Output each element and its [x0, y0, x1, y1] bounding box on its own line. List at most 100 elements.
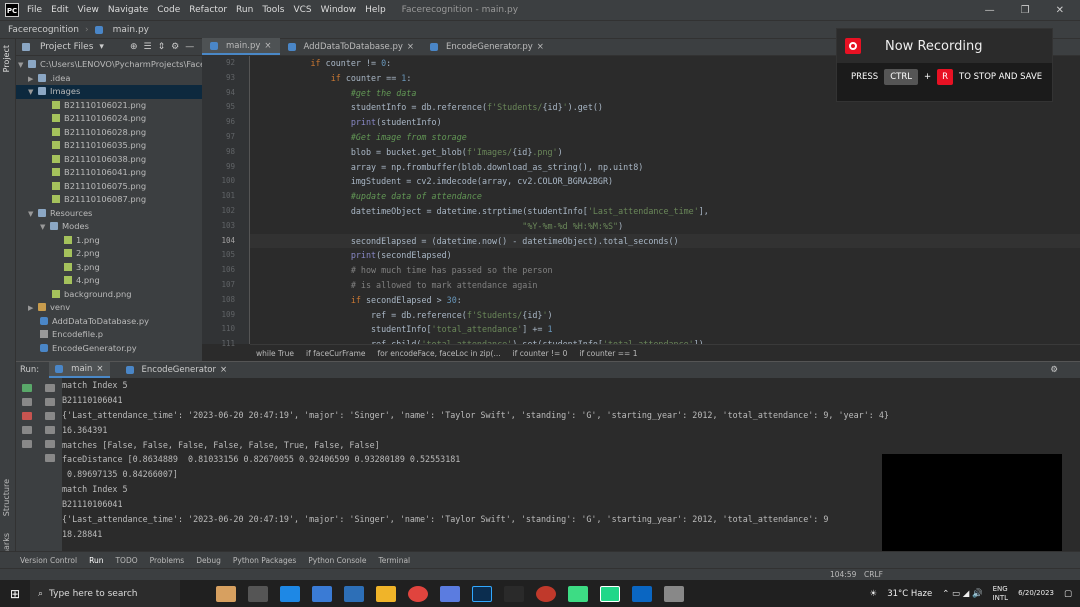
breadcrumb-item[interactable]: for encodeFace, faceLoc in zip(...: [378, 349, 501, 358]
hide-icon[interactable]: —: [185, 42, 194, 52]
tray-icons[interactable]: ⌃ ▭ ◢ 🔊: [942, 589, 982, 599]
project-tool-tab[interactable]: Project: [2, 45, 11, 72]
tree-item[interactable]: EncodeGenerator.py: [16, 342, 202, 356]
close-icon[interactable]: ×: [264, 41, 271, 51]
menu-tools[interactable]: Tools: [262, 5, 284, 15]
weather-icon[interactable]: ☀: [870, 589, 878, 599]
breadcrumb-item[interactable]: if counter == 1: [579, 349, 637, 358]
file-explorer-icon[interactable]: [376, 585, 396, 602]
pycharm-taskbar-icon[interactable]: [600, 585, 620, 602]
app-icon[interactable]: [504, 585, 524, 602]
tree-item[interactable]: ▶ .idea: [16, 72, 202, 86]
tree-root[interactable]: ▼ C:\Users\LENOVO\PycharmProjects\Facere: [16, 58, 214, 72]
chevron-down-icon[interactable]: ▾: [99, 42, 104, 52]
breadcrumb-item[interactable]: if faceCurFrame: [306, 349, 366, 358]
run-tool-tab[interactable]: Run: [89, 556, 103, 565]
trash-icon[interactable]: [45, 454, 55, 462]
menu-help[interactable]: Help: [365, 5, 386, 15]
media-icon[interactable]: [440, 585, 460, 602]
chrome-profile-icon[interactable]: [536, 585, 556, 602]
mail-icon[interactable]: [344, 585, 364, 602]
minimize-button[interactable]: —: [985, 5, 995, 16]
tree-item[interactable]: AddDataToDatabase.py: [16, 315, 202, 329]
structure-tool-tab[interactable]: Structure: [2, 479, 11, 516]
menu-view[interactable]: View: [78, 5, 99, 15]
tree-item[interactable]: B21110106028.png: [16, 126, 202, 140]
tree-item[interactable]: ▼ Images: [16, 85, 202, 99]
run-tab-encode-generator[interactable]: EncodeGenerator ×: [120, 362, 234, 378]
breadcrumb-project[interactable]: Facerecognition: [8, 25, 79, 35]
taskbar-widget-icon[interactable]: [216, 585, 236, 602]
up-arrow-icon[interactable]: [45, 384, 55, 392]
menu-window[interactable]: Window: [321, 5, 357, 15]
close-icon[interactable]: ×: [96, 364, 103, 374]
gear-icon[interactable]: ⚙: [171, 42, 179, 52]
clock[interactable]: 6/20/2023: [1018, 589, 1054, 598]
close-icon[interactable]: ×: [537, 42, 544, 52]
weather-text[interactable]: 31°C Haze: [887, 589, 932, 599]
stop-icon[interactable]: [22, 412, 32, 420]
language-indicator[interactable]: ENG INTL: [993, 585, 1008, 603]
menu-file[interactable]: File: [27, 5, 42, 15]
android-studio-icon[interactable]: [568, 585, 588, 602]
tree-item[interactable]: 1.png: [16, 234, 202, 248]
breadcrumb-item[interactable]: if counter != 0: [513, 349, 568, 358]
close-button[interactable]: ✕: [1056, 5, 1064, 16]
rerun-icon[interactable]: [22, 384, 32, 392]
down-arrow-icon[interactable]: [45, 398, 55, 406]
pin-icon[interactable]: [22, 440, 32, 448]
debug-tab[interactable]: Debug: [196, 556, 221, 565]
collapse-icon[interactable]: ☰: [143, 42, 151, 52]
app-blue-icon[interactable]: [632, 585, 652, 602]
tree-item[interactable]: B21110106038.png: [16, 153, 202, 167]
notification-icon[interactable]: ▢: [1064, 589, 1072, 599]
tree-item[interactable]: B21110106075.png: [16, 180, 202, 194]
project-files-dropdown[interactable]: Project Files: [40, 42, 93, 52]
terminal-tab[interactable]: Terminal: [378, 556, 410, 565]
tree-item[interactable]: B21110106035.png: [16, 139, 202, 153]
tree-item[interactable]: Encodefile.p: [16, 328, 202, 342]
scroll-to-end-icon[interactable]: [45, 426, 55, 434]
tree-item[interactable]: B21110106021.png: [16, 99, 202, 113]
tree-item[interactable]: ▼ Resources: [16, 207, 202, 221]
line-separator[interactable]: CRLF: [864, 570, 883, 579]
menu-refactor[interactable]: Refactor: [189, 5, 227, 15]
taskbar-search[interactable]: ⌕ Type here to search: [30, 580, 180, 607]
print-icon[interactable]: [45, 440, 55, 448]
gear-icon[interactable]: ⚙: [1050, 365, 1080, 375]
python-console-tab[interactable]: Python Console: [308, 556, 366, 565]
todo-tab[interactable]: TODO: [115, 556, 137, 565]
tab-main-py[interactable]: main.py ×: [202, 38, 280, 55]
close-icon[interactable]: ×: [220, 365, 227, 375]
cursor-position[interactable]: 104:59: [830, 570, 856, 579]
menu-run[interactable]: Run: [236, 5, 253, 15]
tree-item[interactable]: B21110106024.png: [16, 112, 202, 126]
close-icon[interactable]: ×: [407, 42, 414, 52]
chrome-icon[interactable]: [408, 585, 428, 602]
menu-vcs[interactable]: VCS: [293, 5, 311, 15]
tree-item[interactable]: 4.png: [16, 274, 202, 288]
menu-edit[interactable]: Edit: [51, 5, 68, 15]
restore-button[interactable]: ❐: [1021, 5, 1030, 16]
problems-tab[interactable]: Problems: [150, 556, 185, 565]
tree-item[interactable]: background.png: [16, 288, 202, 302]
tab-encode-generator[interactable]: EncodeGenerator.py ×: [422, 38, 552, 55]
tree-item[interactable]: B21110106087.png: [16, 193, 202, 207]
version-control-tab[interactable]: Version Control: [20, 556, 77, 565]
tab-add-data-to-database[interactable]: AddDataToDatabase.py ×: [280, 38, 423, 55]
expand-icon[interactable]: ⇕: [158, 42, 166, 52]
locate-icon[interactable]: ⊕: [130, 42, 138, 52]
task-view-icon[interactable]: [248, 585, 268, 602]
menu-navigate[interactable]: Navigate: [108, 5, 148, 15]
layout-icon[interactable]: [22, 426, 32, 434]
menu-code[interactable]: Code: [157, 5, 180, 15]
app-gray-icon[interactable]: [664, 585, 684, 602]
edge-icon[interactable]: [280, 585, 300, 602]
tree-item[interactable]: 2.png: [16, 247, 202, 261]
tree-item[interactable]: ▶ venv: [16, 301, 202, 315]
breadcrumb-file[interactable]: main.py: [113, 25, 149, 35]
store-icon[interactable]: [312, 585, 332, 602]
tree-item[interactable]: 3.png: [16, 261, 202, 275]
tree-item[interactable]: B21110106041.png: [16, 166, 202, 180]
breadcrumb-item[interactable]: while True: [256, 349, 294, 358]
